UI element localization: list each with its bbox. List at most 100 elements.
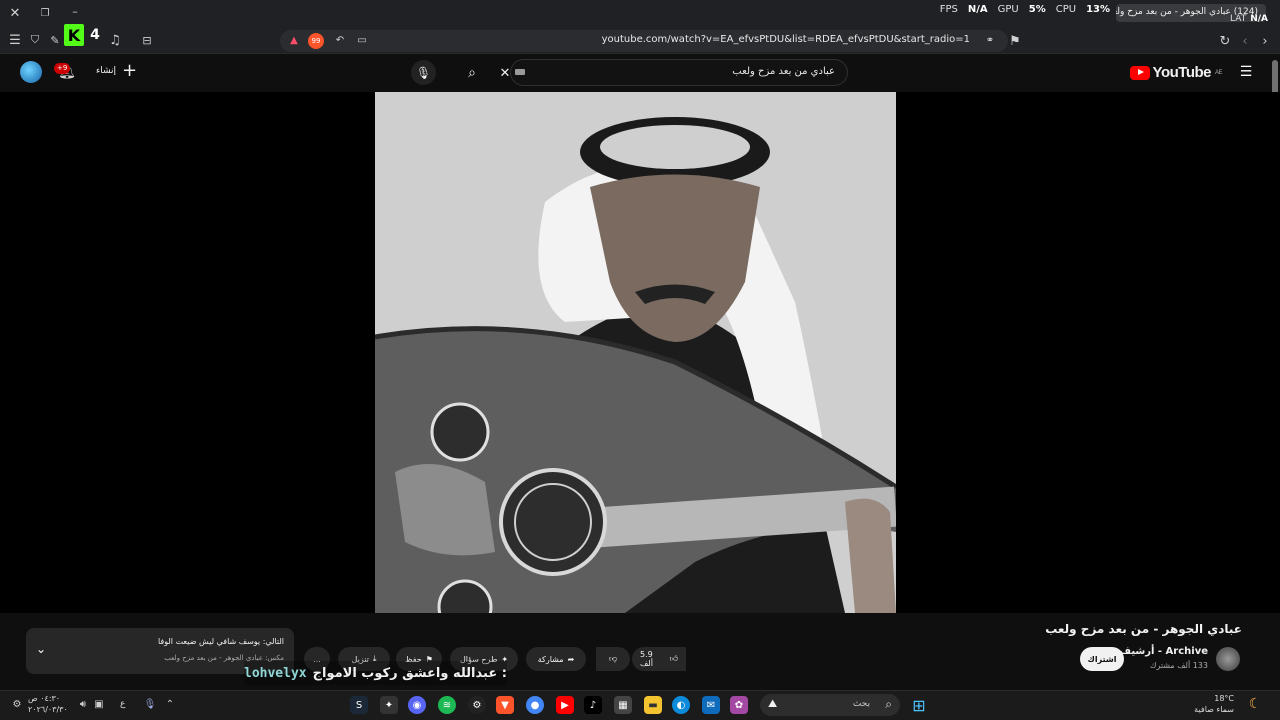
clear-search-icon[interactable]: ✕ [495, 63, 515, 83]
share-icon: ➦ [567, 654, 575, 664]
temperature: 18°C [1214, 694, 1234, 703]
create-button[interactable]: إنشاء + [96, 62, 137, 80]
video-thumbnail [375, 92, 896, 613]
app-icon-1[interactable]: ✦ [380, 696, 398, 714]
plus-icon: + [122, 60, 138, 81]
performance-overlay: FPS N/A GPU 5% CPU 13% [940, 4, 1110, 15]
brave-shield-icon[interactable]: 99 [308, 33, 324, 49]
pen-icon[interactable]: ✎ [48, 33, 62, 47]
taskbar-search[interactable]: ⛰ بحث ⌕ [760, 694, 900, 716]
taskbar [0, 690, 1280, 720]
overlay-username: lohvelyx [244, 665, 307, 681]
windows-start-icon[interactable]: ⊞ [910, 696, 928, 715]
keyboard-icon[interactable] [515, 69, 525, 75]
edge-icon[interactable]: ◐ [672, 696, 690, 714]
account-avatar[interactable] [20, 61, 42, 83]
music-icon[interactable]: ♫ [108, 33, 122, 48]
stream-overlay-caption: lohvelyx عبدالله واعشق ركوب الامواج : [244, 661, 507, 685]
steelseries-icon[interactable]: ⚙ [468, 696, 486, 714]
lat-label: LAT [1230, 14, 1247, 24]
close-icon[interactable]: ✕ [8, 6, 22, 21]
create-label: إنشاء [96, 66, 117, 76]
moon-icon: ☾ [1248, 696, 1262, 712]
thumbs-up-icon: 👍︎ [669, 654, 678, 663]
latency-readout: LAT N/A [1230, 14, 1268, 24]
search-input[interactable]: ⌕ ✕ عبادي من بعد مزح ولعب [468, 59, 848, 86]
share-button[interactable]: مشاركة ➦ [526, 647, 586, 671]
lat-value: N/A [1250, 14, 1268, 24]
forward-icon[interactable]: › [1258, 33, 1272, 49]
gpu-value: 5% [1028, 4, 1046, 15]
like-count: 5.9 ألف [640, 650, 653, 668]
fps-value: N/A [967, 4, 988, 15]
thumbs-down-icon: 👎︎ [608, 654, 618, 663]
chevron-down-icon[interactable]: ⌄ [36, 642, 46, 656]
guide-menu-icon[interactable]: ☰ [1238, 64, 1254, 80]
notifications-badge: +9 [54, 63, 71, 74]
discord-icon[interactable]: ◉ [408, 696, 426, 714]
like-button[interactable]: 5.9 ألف 👍︎ [632, 647, 686, 671]
reader-icon[interactable]: ▭ [356, 33, 368, 47]
weather-widget[interactable]: 18°C سماء صافية [1194, 693, 1234, 715]
window-titlebar: ✕ ❐ – FPS N/A GPU 5% CPU 13% (124) عبادي… [0, 0, 1280, 28]
address-bar[interactable]: ▲ 99 ↶ ▭ youtube.com/watch?v=EA_efvsPtDU… [280, 30, 1008, 52]
reload-icon[interactable]: ↻ [1218, 33, 1232, 49]
four-extension-icon[interactable]: 4 [88, 26, 102, 44]
fps-label: FPS [939, 4, 958, 15]
file-explorer-icon[interactable]: ▬ [644, 696, 662, 714]
up-next-title: التالي: يوسف شافي ليش ضيعت الوفا [157, 637, 284, 646]
video-title: عبادي الجوهر - من بعد مزح ولعب [1045, 622, 1242, 636]
restore-icon[interactable]: ❐ [38, 6, 52, 20]
oud-player-illustration [375, 92, 896, 613]
channel-avatar[interactable] [1216, 647, 1240, 671]
volume-icon[interactable]: 🔊︎ [76, 697, 90, 711]
taskbar-search-label: بحث [852, 699, 870, 709]
back-icon[interactable]: ‹ [1238, 33, 1252, 49]
youtube-play-icon [1129, 65, 1150, 80]
tiktok-icon[interactable]: ♪ [584, 696, 602, 714]
network-icon[interactable]: ▣ [92, 697, 106, 711]
menu-icon[interactable]: ☰ [8, 33, 22, 48]
system-clock[interactable]: ٠٤:٣٠ ص ٢٠٢٦/٠٣/٣٠ [28, 693, 68, 715]
youtube-logo[interactable]: YouTube AE [1129, 64, 1223, 81]
search-icon[interactable]: ⌕ [461, 62, 483, 84]
magnifier-icon: ⌕ [885, 697, 892, 711]
youtube-app-icon[interactable]: ▶ [556, 696, 574, 714]
undo-icon[interactable]: ↶ [334, 33, 346, 47]
outlook-icon[interactable]: ✉ [702, 696, 720, 714]
share-label: مشاركة [537, 654, 564, 664]
gpu-label: GPU [997, 4, 1019, 15]
copilot-icon[interactable]: ✿ [730, 696, 748, 714]
steam-icon[interactable]: S [350, 696, 368, 714]
tab-manager-icon[interactable]: ⊟ [140, 33, 154, 47]
chrome-icon[interactable]: ● [526, 696, 544, 714]
store-icon[interactable]: ▦ [614, 696, 632, 714]
cpu-label: CPU [1055, 4, 1077, 15]
subscribe-button[interactable]: اشتراك [1080, 647, 1124, 671]
weather-description: سماء صافية [1194, 705, 1234, 714]
spotify-icon[interactable]: ≋ [438, 696, 456, 714]
clock-time: ٠٤:٣٠ ص [28, 694, 61, 703]
cpu-value: 13% [1086, 4, 1110, 15]
alert-icon[interactable]: ▲ [288, 33, 300, 47]
link-icon[interactable]: ⚭ [984, 33, 996, 47]
logo-text: YouTube [1152, 64, 1212, 81]
microphone-icon[interactable]: 🎙︎ [144, 697, 157, 711]
kick-extension-icon[interactable]: K [64, 24, 84, 46]
clock-date: ٢٠٢٦/٠٣/٣٠ [28, 705, 68, 714]
voice-search-icon[interactable]: 🎙︎ [411, 60, 436, 85]
overlay-text: عبدالله واعشق ركوب الامواج : [312, 665, 507, 681]
channel-name[interactable]: Archive - أرشيف [1119, 646, 1208, 657]
minimize-icon[interactable]: – [68, 4, 82, 18]
shield-icon[interactable]: ⛉ [28, 33, 42, 47]
bookmark-icon[interactable]: ⚑ [1008, 33, 1022, 49]
search-query: عبادي من بعد مزح ولعب [732, 66, 835, 77]
dislike-button[interactable]: 👎︎ [596, 647, 630, 671]
url-text: youtube.com/watch?v=EA_efvsPtDU&list=RDE… [601, 34, 970, 45]
settings-tray-icon[interactable]: ⚙ [10, 697, 24, 711]
search-figure-icon: ⛰ [768, 697, 778, 710]
tray-chevron-icon[interactable]: ⌃ [164, 697, 176, 711]
brave-icon[interactable]: ▼ [496, 696, 514, 714]
language-indicator[interactable]: ع [120, 699, 125, 709]
subscriber-count: 133 ألف مشترك [1149, 661, 1208, 670]
